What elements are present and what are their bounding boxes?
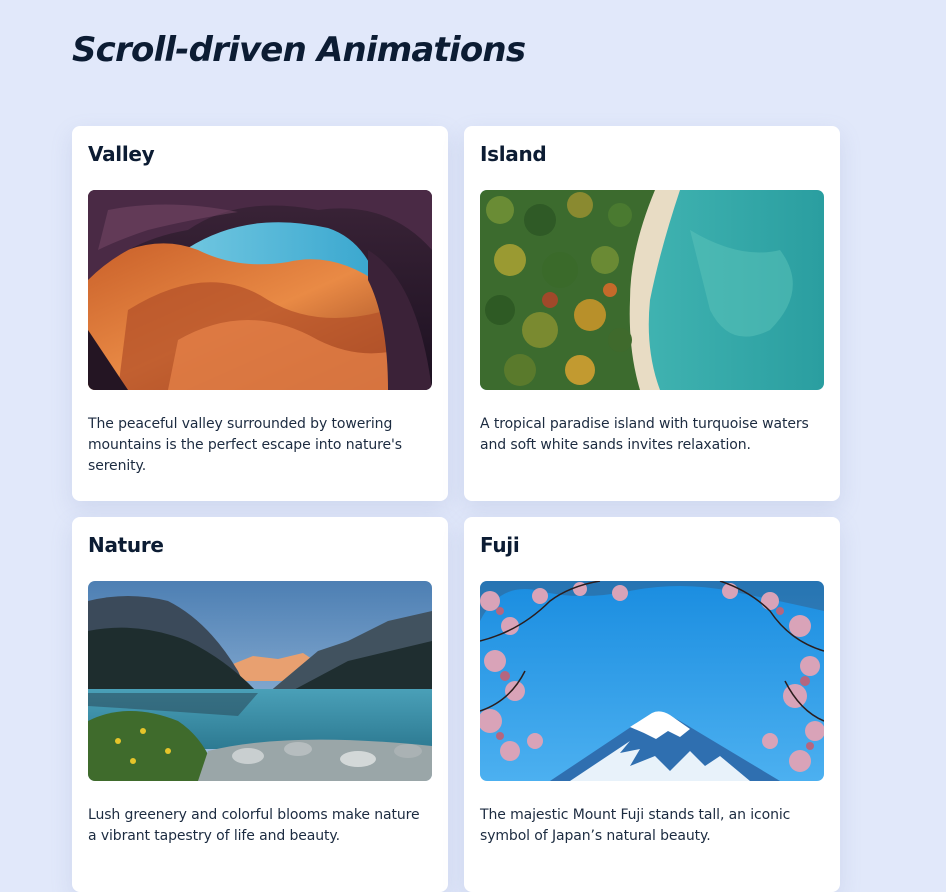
island-image — [480, 190, 824, 390]
card-valley: Valley The peaceful valley surrounded by… — [72, 126, 448, 501]
nature-image — [88, 581, 432, 781]
card-description: The peaceful valley surrounded by toweri… — [88, 416, 402, 474]
card-grid: Valley The peaceful valley surrounded by… — [72, 126, 840, 892]
card-nature: Nature Lush greenery and colorful blooms… — [72, 517, 448, 892]
card-fuji: Fuji The majestic Mount Fuji stands tall… — [464, 517, 840, 892]
card-title: Fuji — [480, 533, 520, 557]
card-description: Lush greenery and colorful blooms make n… — [88, 807, 420, 844]
fuji-image — [480, 581, 824, 781]
card-title: Nature — [88, 533, 164, 557]
card-description: The majestic Mount Fuji stands tall, an … — [480, 807, 791, 844]
valley-image — [88, 190, 432, 390]
card-description: A tropical paradise island with turquois… — [480, 416, 809, 453]
page-title: Scroll-driven Animations — [72, 30, 526, 70]
card-title: Valley — [88, 142, 155, 166]
card-island: Island A tropical paradise island with t… — [464, 126, 840, 501]
card-title: Island — [480, 142, 547, 166]
